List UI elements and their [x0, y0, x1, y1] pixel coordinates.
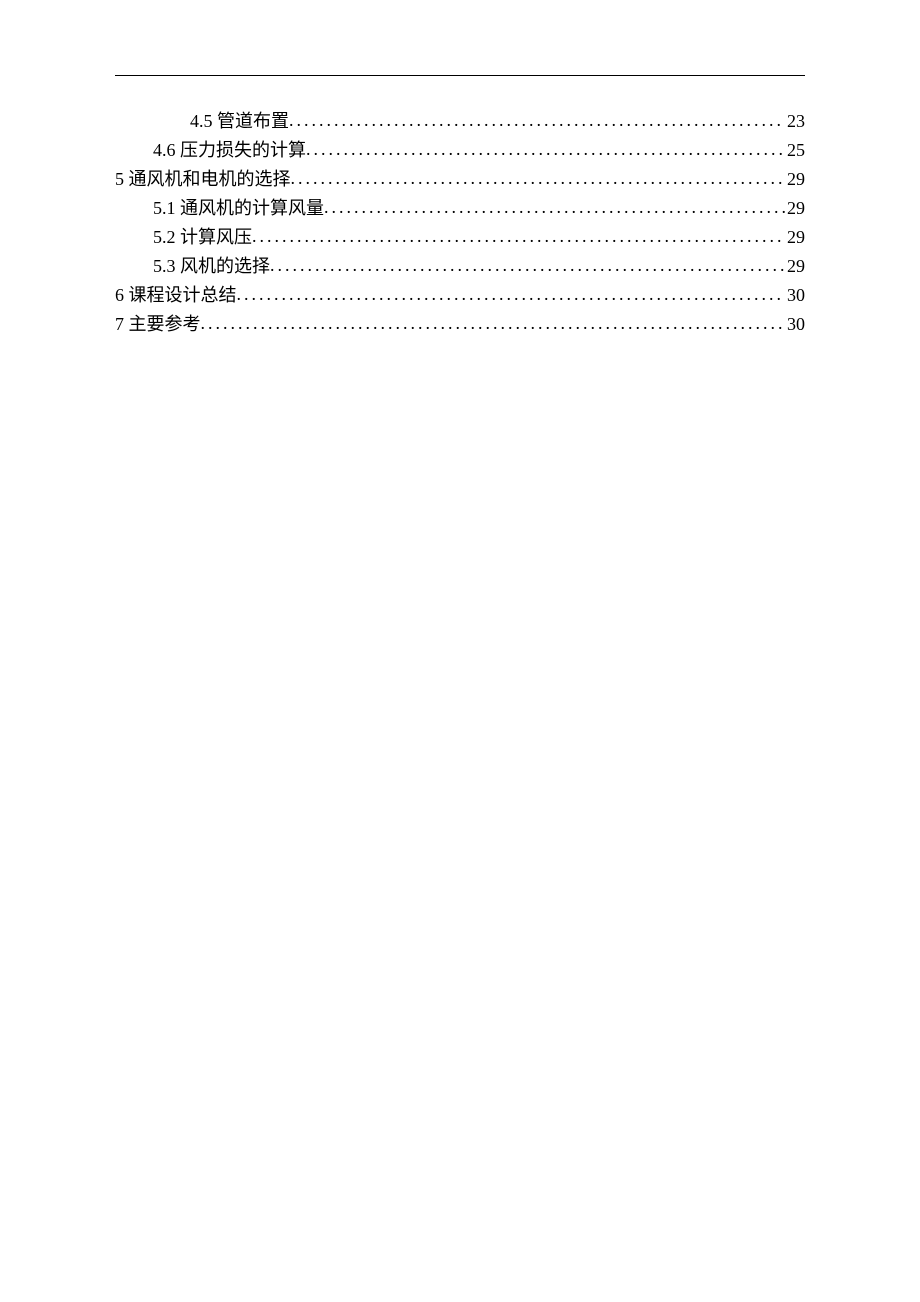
- toc-entry: 6 课程设计总结 30: [115, 282, 805, 309]
- toc-entry-label: 5.3 风机的选择: [153, 253, 270, 280]
- toc-entry-label: 7 主要参考: [115, 311, 201, 338]
- toc-leader-dots: [270, 252, 785, 279]
- document-page: 4.5 管道布置234.6 压力损失的计算255 通风机和电机的选择295.1 …: [0, 0, 920, 338]
- toc-entry-page: 29: [785, 253, 805, 280]
- toc-entry-page: 30: [785, 311, 805, 338]
- toc-entry: 5.1 通风机的计算风量 29: [115, 195, 805, 222]
- toc-entry: 5.3 风机的选择 29: [115, 253, 805, 280]
- toc-entry-label: 4.5 管道布置: [190, 108, 289, 135]
- toc-entry-label: 4.6 压力损失的计算: [153, 137, 306, 164]
- toc-entry: 4.5 管道布置 23: [115, 108, 805, 135]
- toc-leader-dots: [252, 223, 785, 250]
- toc-leader-dots: [306, 136, 785, 163]
- toc-leader-dots: [324, 194, 785, 221]
- toc-entry-page: 30: [785, 282, 805, 309]
- toc-entry-page: 29: [785, 195, 805, 222]
- table-of-contents: 4.5 管道布置234.6 压力损失的计算255 通风机和电机的选择295.1 …: [115, 108, 805, 338]
- toc-leader-dots: [201, 310, 786, 337]
- toc-entry: 5.2 计算风压 29: [115, 224, 805, 251]
- toc-entry: 5 通风机和电机的选择 29: [115, 166, 805, 193]
- toc-entry-label: 5.2 计算风压: [153, 224, 252, 251]
- toc-entry-label: 5.1 通风机的计算风量: [153, 195, 324, 222]
- toc-entry-label: 6 课程设计总结: [115, 282, 237, 309]
- toc-entry-page: 29: [785, 166, 805, 193]
- toc-entry-page: 23: [785, 108, 805, 135]
- toc-entry-page: 29: [785, 224, 805, 251]
- toc-entry: 7 主要参考 30: [115, 311, 805, 338]
- toc-leader-dots: [289, 107, 785, 134]
- header-divider: [115, 75, 805, 76]
- toc-entry-page: 25: [785, 137, 805, 164]
- toc-entry: 4.6 压力损失的计算 25: [115, 137, 805, 164]
- toc-leader-dots: [291, 165, 786, 192]
- toc-leader-dots: [237, 281, 786, 308]
- toc-entry-label: 5 通风机和电机的选择: [115, 166, 291, 193]
